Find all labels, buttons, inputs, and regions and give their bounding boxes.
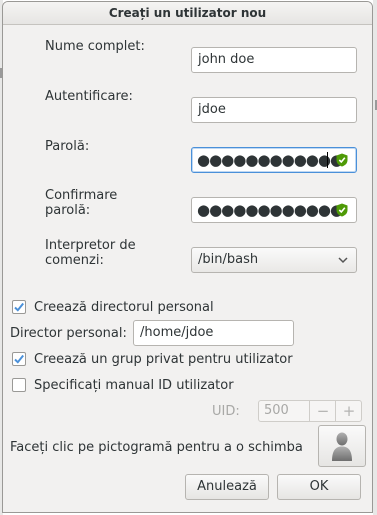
confirm-password-label: Confirmare parolă: [45, 188, 118, 218]
shell-value: /bin/bash [198, 252, 259, 267]
password-label: Parolă: [45, 139, 90, 154]
uid-increment-button[interactable]: + [335, 401, 362, 421]
user-avatar-icon [332, 432, 352, 461]
private-group-checkbox[interactable] [12, 352, 26, 366]
confirm-password-field[interactable]: ●●●●●●●●●●●● [191, 197, 357, 223]
manual-uid-label[interactable]: Specificați manual ID utilizator [34, 378, 234, 393]
login-value: jdoe [198, 102, 226, 117]
home-dir-label: Director personal: [10, 326, 127, 341]
full-name-label: Nume complet: [45, 39, 145, 54]
shell-dropdown[interactable]: /bin/bash [191, 247, 357, 273]
full-name-value: john doe [198, 52, 255, 67]
home-dir-field[interactable]: /home/jdoe [133, 320, 294, 346]
checkmark-icon [14, 302, 24, 312]
password-field[interactable]: ●●●●●●●●●●●● [191, 147, 357, 173]
background-window-right [373, 0, 377, 515]
create-home-checkbox[interactable] [12, 300, 26, 314]
private-group-label[interactable]: Creează un grup privat pentru utilizator [34, 352, 293, 367]
uid-spinbutton[interactable]: 500 − + [258, 400, 362, 422]
shield-icon [336, 153, 348, 167]
create-home-label[interactable]: Creează directorul personal [34, 300, 214, 315]
manual-uid-checkbox[interactable] [12, 378, 26, 392]
dialog-title: Creați un utilizator nou [108, 6, 267, 20]
icon-hint-label: Faceți clic pe pictogramă pentru a o sch… [10, 440, 303, 455]
uid-label: UID: [212, 404, 240, 419]
ok-button[interactable]: OK [277, 474, 361, 500]
title-bar: Creați un utilizator nou [3, 2, 372, 25]
uid-decrement-button[interactable]: − [309, 401, 336, 421]
login-field[interactable]: jdoe [191, 97, 357, 123]
uid-value: 500 [264, 403, 289, 418]
password-mask: ●●●●●●●●●●●● [197, 151, 343, 169]
cancel-button[interactable]: Anulează [185, 474, 269, 500]
chevron-down-icon [338, 257, 348, 264]
checkmark-icon [14, 354, 24, 364]
text-cursor [327, 152, 328, 168]
home-dir-value: /home/jdoe [140, 325, 214, 340]
full-name-field[interactable]: john doe [191, 47, 357, 73]
shield-icon [336, 203, 348, 217]
create-user-dialog: Creați un utilizator nou Nume complet: j… [2, 1, 373, 513]
shell-label: Interpretor de comenzi: [45, 238, 136, 268]
confirm-password-mask: ●●●●●●●●●●●● [197, 201, 343, 219]
user-icon-button[interactable] [318, 425, 366, 467]
login-label: Autentificare: [45, 89, 133, 104]
